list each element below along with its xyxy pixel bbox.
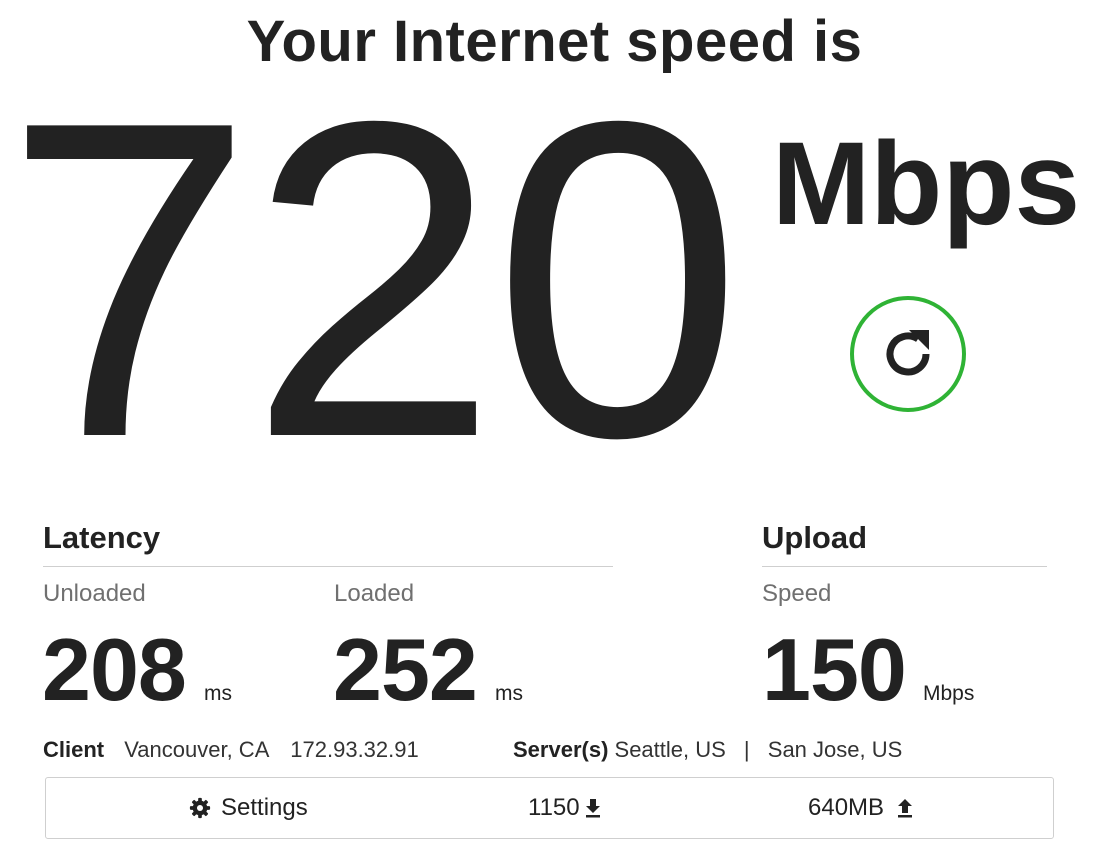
upload-amount-value: 640MB [808, 794, 885, 821]
servers-label: Server(s) [513, 737, 609, 762]
loaded-latency-value: 252 [333, 620, 478, 719]
loaded-latency-unit: ms [495, 682, 523, 705]
settings-button[interactable]: Settings [189, 778, 308, 838]
settings-label: Settings [221, 794, 308, 821]
gear-icon [189, 797, 211, 819]
upload-data-amount: 640MB [808, 778, 914, 838]
download-data-amount: 1150 [528, 778, 602, 838]
server-primary: Seattle, US [614, 737, 726, 762]
latency-title: Latency [43, 520, 613, 567]
client-ip: 172.93.32.91 [290, 737, 419, 762]
upload-speed-value: 150 [762, 620, 907, 719]
client-location: Vancouver, CA [124, 737, 269, 762]
server-separator: | [743, 737, 750, 762]
client-label: Client [43, 737, 105, 762]
loaded-latency-label: Loaded [334, 580, 415, 607]
upload-speed-label: Speed [762, 580, 832, 607]
unloaded-latency-unit: ms [204, 682, 232, 705]
server-secondary: San Jose, US [767, 737, 903, 762]
unloaded-latency-label: Unloaded [43, 580, 146, 607]
upload-title: Upload [762, 520, 1047, 567]
download-speed-units: Mbps [772, 118, 1081, 250]
download-amount-value: 1150 [528, 794, 580, 821]
upload-speed-unit: Mbps [923, 682, 975, 705]
footer-bar: Settings 1150 640MB [45, 777, 1054, 839]
server-info: Server(s) Seattle, US | San Jose, US [513, 737, 902, 763]
download-arrow-icon [585, 799, 600, 818]
unloaded-latency-value: 208 [42, 620, 187, 719]
upload-arrow-icon [898, 799, 913, 818]
client-info: Client Vancouver, CA 172.93.32.91 [43, 737, 419, 763]
download-speed-value: 720 [4, 29, 743, 531]
refresh-button[interactable] [850, 296, 966, 412]
refresh-icon [886, 330, 930, 376]
